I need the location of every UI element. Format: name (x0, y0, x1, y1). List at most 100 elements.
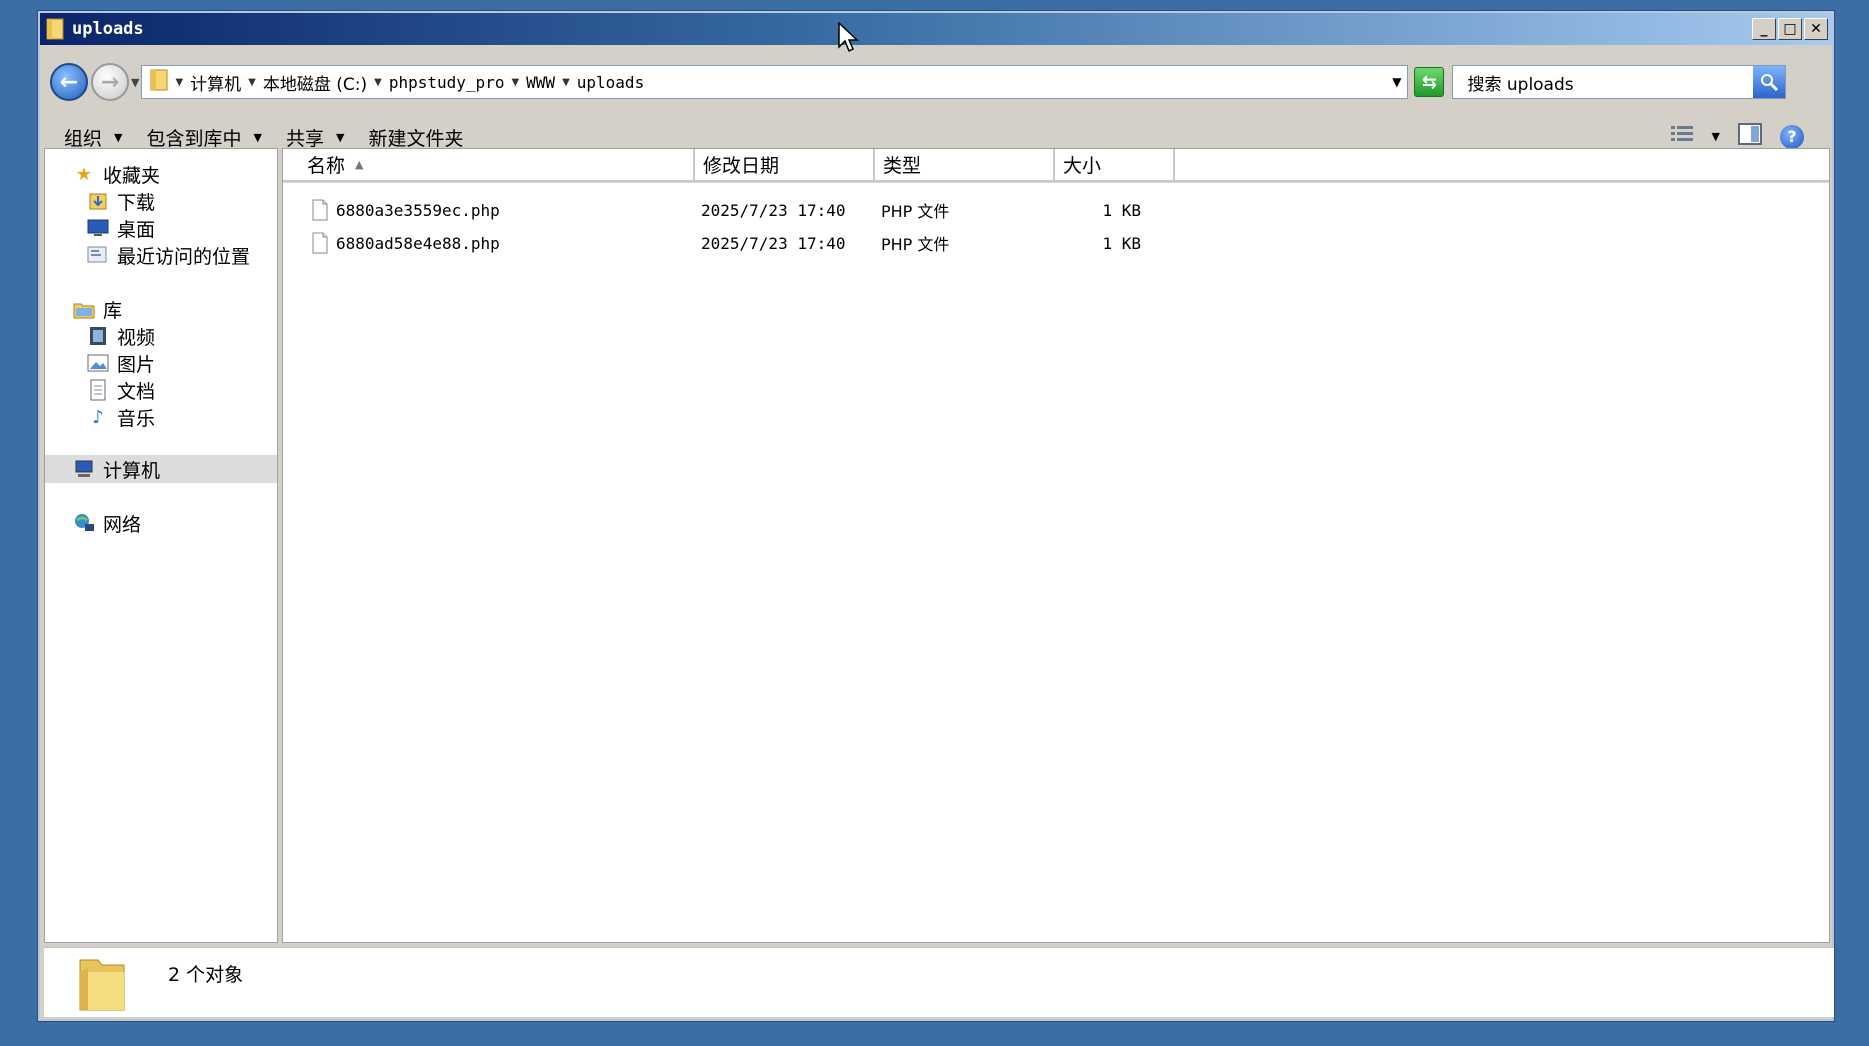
forward-button[interactable]: → (91, 63, 129, 101)
column-header-row: 名称 ▲ 修改日期 类型 大小 (283, 149, 1829, 183)
share-label: 共享 (285, 127, 324, 150)
nav-item-libraries[interactable]: 库 (73, 296, 122, 322)
navigation-pane: ★ 收藏夹 下载 桌面 最近访问的位置 库 视频 图片 文档 ♪ 音乐 计算机 … (44, 148, 278, 943)
back-button[interactable]: ← (50, 63, 88, 101)
nav-label: 下载 (117, 191, 156, 214)
arrow-right-icon: → (100, 69, 120, 95)
search-placeholder: 搜索 uploads (1467, 74, 1574, 95)
share-button[interactable]: 共享 ▼ (286, 124, 344, 151)
nav-item-desktop[interactable]: 桌面 (87, 215, 155, 241)
file-date: 2025/7/23 17:40 (701, 233, 846, 253)
breadcrumb-separator[interactable]: ▼ (374, 77, 382, 88)
file-list: 名称 ▲ 修改日期 类型 大小 6880a3e3559ec.php 2025/7… (282, 148, 1830, 943)
column-header-size[interactable]: 大小 (1055, 149, 1175, 182)
column-size-label: 大小 (1063, 155, 1102, 177)
nav-item-recent[interactable]: 最近访问的位置 (87, 242, 250, 268)
sort-ascending-icon: ▲ (355, 158, 364, 171)
refresh-button[interactable]: ⇆ (1414, 67, 1445, 97)
breadcrumb-separator[interactable]: ▼ (511, 77, 519, 88)
search-button[interactable] (1753, 66, 1786, 98)
large-folder-icon (74, 954, 130, 1019)
document-icon (87, 379, 109, 401)
nav-label: 桌面 (117, 218, 156, 241)
minimize-button[interactable]: _ (1752, 18, 1776, 40)
include-in-library-button[interactable]: 包含到库中 ▼ (146, 124, 261, 151)
breadcrumb-separator[interactable]: ▼ (175, 77, 183, 88)
column-type-label: 类型 (883, 155, 922, 177)
nav-label: 文档 (117, 380, 156, 403)
preview-pane-button[interactable] (1738, 123, 1762, 150)
breadcrumb-local-disk[interactable]: 本地磁盘 (C:) (263, 70, 367, 95)
nav-item-favorites[interactable]: ★ 收藏夹 (73, 161, 160, 187)
item-count: 2 个对象 (168, 964, 244, 986)
caret-down-icon: ▼ (253, 130, 262, 144)
nav-label: 收藏夹 (103, 164, 161, 187)
nav-label: 图片 (117, 353, 156, 376)
new-folder-button[interactable]: 新建文件夹 (368, 124, 463, 151)
nav-label: 计算机 (103, 459, 161, 482)
file-type: PHP 文件 (881, 235, 950, 254)
caret-down-icon: ▼ (335, 130, 345, 144)
nav-item-downloads[interactable]: 下载 (87, 188, 155, 214)
breadcrumb-computer[interactable]: 计算机 (190, 70, 241, 95)
recent-pages-dropdown[interactable]: ▼ (131, 76, 139, 89)
desktop-icon (87, 217, 109, 239)
nav-item-computer[interactable]: 计算机 (73, 456, 160, 482)
maximize-icon: □ (1783, 21, 1797, 37)
organize-button[interactable]: 组织 ▼ (64, 124, 122, 151)
search-input[interactable]: 搜索 uploads (1452, 65, 1787, 99)
column-header-name[interactable]: 名称 ▲ (283, 149, 695, 182)
column-name-label: 名称 (307, 155, 346, 177)
close-icon: ✕ (1810, 21, 1822, 37)
preview-pane-icon (1738, 123, 1762, 145)
nav-item-music[interactable]: ♪ 音乐 (87, 404, 155, 430)
help-icon[interactable]: ? (1780, 124, 1804, 149)
address-dropdown[interactable]: ▼ (1392, 75, 1401, 89)
music-icon: ♪ (92, 406, 104, 428)
file-name: 6880ad58e4e88.php (336, 233, 500, 253)
breadcrumb-separator[interactable]: ▼ (248, 77, 256, 88)
library-icon (73, 298, 95, 320)
caret-down-icon: ▼ (114, 130, 123, 144)
explorer-window: uploads _ □ ✕ ← → ▼ ▼ 计算机 ▼ 本地磁盘 (C:) ▼ … (38, 11, 1834, 1021)
video-icon (87, 325, 109, 347)
search-icon (1761, 74, 1779, 92)
column-header-date[interactable]: 修改日期 (695, 149, 875, 182)
view-options-button[interactable] (1670, 124, 1694, 149)
title-bar[interactable]: uploads _ □ ✕ (40, 13, 1832, 45)
address-row: ← → ▼ ▼ 计算机 ▼ 本地磁盘 (C:) ▼ phpstudy_pro ▼… (40, 47, 1832, 117)
column-header-type[interactable]: 类型 (875, 149, 1055, 182)
new-folder-label: 新建文件夹 (368, 127, 464, 150)
file-size: 1 KB (1102, 233, 1141, 253)
breadcrumb-phpstudy[interactable]: phpstudy_pro (389, 73, 505, 92)
nav-item-network[interactable]: 网络 (73, 510, 141, 536)
breadcrumb-separator[interactable]: ▼ (562, 77, 570, 88)
file-size: 1 KB (1102, 200, 1141, 220)
file-date: 2025/7/23 17:40 (701, 200, 846, 220)
network-icon (73, 512, 95, 534)
refresh-icon: ⇆ (1421, 71, 1438, 93)
file-type: PHP 文件 (881, 202, 950, 221)
nav-item-videos[interactable]: 视频 (87, 323, 155, 349)
list-view-icon (1670, 126, 1693, 141)
address-bar[interactable]: ▼ 计算机 ▼ 本地磁盘 (C:) ▼ phpstudy_pro ▼ WWW ▼… (141, 65, 1409, 99)
maximize-button[interactable]: □ (1778, 18, 1802, 40)
close-button[interactable]: ✕ (1804, 18, 1828, 40)
breadcrumb-www[interactable]: WWW (526, 73, 555, 92)
view-dropdown[interactable]: ▼ (1712, 130, 1720, 143)
recent-places-icon (87, 244, 109, 266)
nav-item-documents[interactable]: 文档 (87, 377, 155, 403)
php-file-icon (312, 232, 328, 254)
nav-item-pictures[interactable]: 图片 (87, 350, 155, 376)
nav-label: 网络 (103, 513, 142, 536)
breadcrumb-uploads[interactable]: uploads (577, 73, 644, 92)
file-name: 6880a3e3559ec.php (336, 200, 500, 220)
star-icon: ★ (75, 163, 93, 185)
nav-label: 库 (103, 299, 123, 322)
column-header-filler (1175, 149, 1829, 182)
computer-icon (73, 458, 95, 480)
nav-label: 音乐 (117, 407, 156, 430)
picture-icon (87, 352, 109, 374)
details-pane: 2 个对象 (44, 947, 1834, 1017)
include-in-library-label: 包含到库中 (146, 127, 242, 150)
